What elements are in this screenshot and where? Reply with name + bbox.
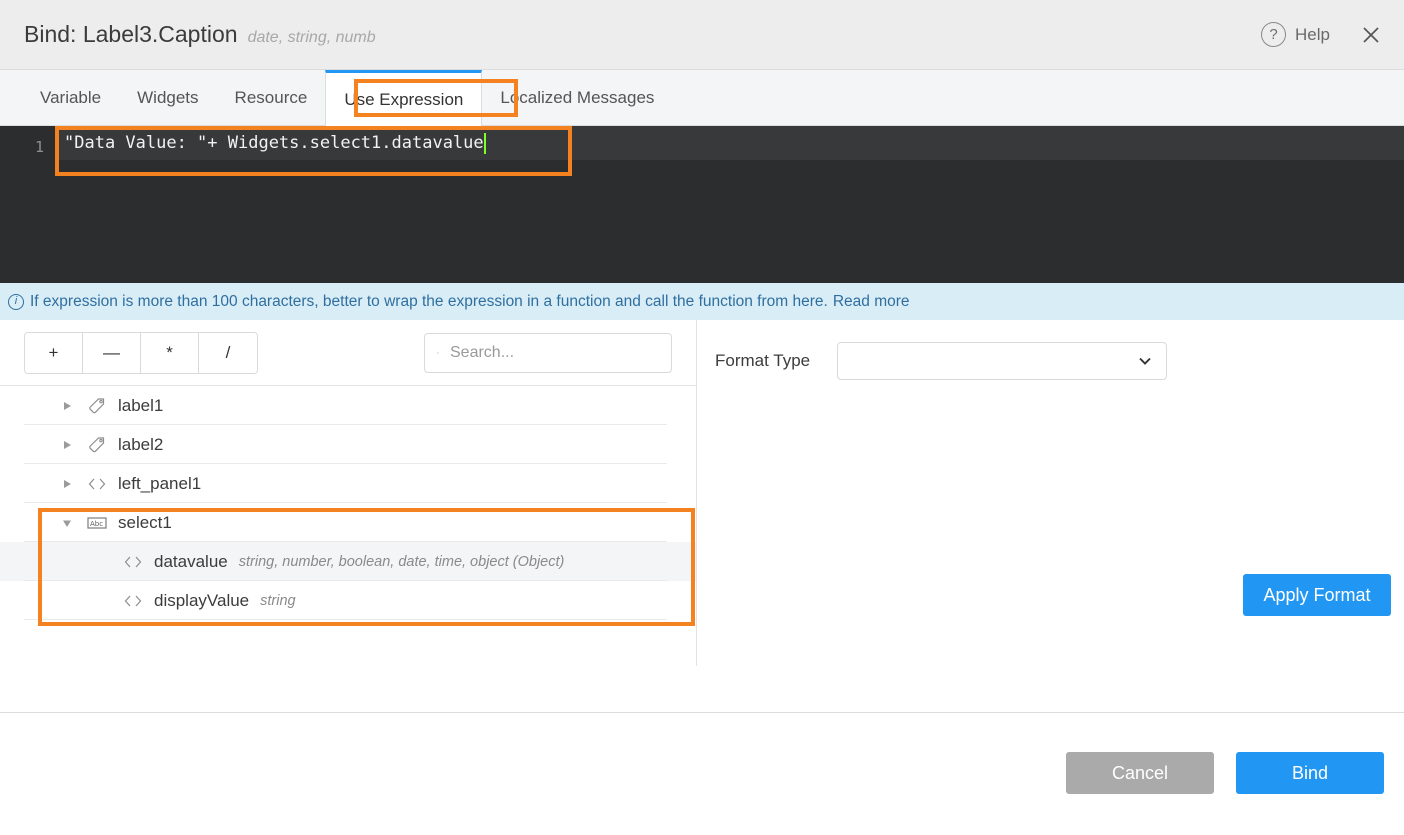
page-title: Bind: Label3.Caption bbox=[24, 21, 238, 48]
title-group: Bind: Label3.Caption date, string, numbe… bbox=[24, 21, 1261, 48]
help-label: Help bbox=[1295, 25, 1330, 45]
operator-label: / bbox=[226, 343, 231, 363]
tab-resource[interactable]: Resource bbox=[217, 70, 326, 125]
format-type-row: Format Type bbox=[697, 320, 1404, 380]
info-text: If expression is more than 100 character… bbox=[30, 293, 828, 311]
help-button[interactable]: ? Help bbox=[1261, 22, 1330, 47]
close-icon bbox=[1361, 25, 1381, 45]
search-input[interactable] bbox=[448, 343, 659, 363]
tree-item-label: displayValue bbox=[154, 591, 249, 611]
chevron-right-icon[interactable] bbox=[60, 438, 74, 452]
tab-label: Widgets bbox=[137, 88, 198, 108]
tab-localized-messages[interactable]: Localized Messages bbox=[482, 70, 672, 125]
left-pane: + — * / bbox=[0, 320, 697, 666]
cancel-button[interactable]: Cancel bbox=[1066, 752, 1214, 794]
tree-item-label: label1 bbox=[118, 396, 163, 416]
tree-item-left-panel1[interactable]: left_panel1 bbox=[0, 464, 696, 503]
tab-label: Localized Messages bbox=[500, 88, 654, 108]
text-caret bbox=[484, 133, 486, 154]
close-button[interactable] bbox=[1356, 20, 1386, 50]
operator-divide-button[interactable]: / bbox=[199, 333, 257, 373]
tab-variable[interactable]: Variable bbox=[22, 70, 119, 125]
line-number: 1 bbox=[35, 138, 44, 156]
format-type-label: Format Type bbox=[715, 351, 837, 371]
tree-item-datavalue[interactable]: datavalue string, number, boolean, date,… bbox=[0, 542, 696, 581]
body-split: + — * / bbox=[0, 320, 1404, 666]
dialog-header: Bind: Label3.Caption date, string, numbe… bbox=[0, 0, 1404, 70]
operator-minus-button[interactable]: — bbox=[83, 333, 141, 373]
question-circle-icon: ? bbox=[1261, 22, 1286, 47]
content-spacer bbox=[0, 666, 1404, 712]
expression-text: "Data Value: "+ Widgets.select1.datavalu… bbox=[64, 133, 484, 153]
code-brackets-icon bbox=[122, 592, 144, 610]
read-more-link[interactable]: Read more bbox=[833, 293, 910, 311]
expression-editor[interactable]: 1 "Data Value: "+ Widgets.select1.datava… bbox=[0, 126, 1404, 283]
tree-item-label: left_panel1 bbox=[118, 474, 201, 494]
tab-label: Variable bbox=[40, 88, 101, 108]
tree-item-type: string bbox=[260, 593, 295, 609]
chevron-down-icon bbox=[1136, 352, 1154, 370]
row-separator bbox=[24, 619, 667, 620]
tab-label: Resource bbox=[235, 88, 308, 108]
tab-widgets[interactable]: Widgets bbox=[119, 70, 216, 125]
search-box[interactable] bbox=[424, 333, 672, 373]
search-icon bbox=[437, 344, 439, 362]
page-subtitle: date, string, number bbox=[248, 29, 376, 47]
tree-item-displayvalue[interactable]: displayValue string bbox=[0, 581, 696, 620]
header-actions: ? Help bbox=[1261, 20, 1386, 50]
tree-item-type: string, number, boolean, date, time, obj… bbox=[239, 554, 565, 570]
operator-label: — bbox=[103, 343, 120, 363]
tab-label: Use Expression bbox=[344, 90, 463, 110]
input-field-icon: Abc bbox=[86, 514, 108, 532]
tree-item-label: label2 bbox=[118, 435, 163, 455]
tree-item-label1[interactable]: label1 bbox=[0, 386, 696, 425]
operator-plus-button[interactable]: + bbox=[25, 333, 83, 373]
info-banner: i If expression is more than 100 charact… bbox=[0, 283, 1404, 320]
tree-item-select1[interactable]: Abc select1 bbox=[0, 503, 696, 542]
chevron-down-icon[interactable] bbox=[60, 516, 74, 530]
svg-text:Abc: Abc bbox=[90, 520, 103, 528]
editor-line-1[interactable]: "Data Value: "+ Widgets.select1.datavalu… bbox=[56, 126, 1404, 160]
tree-item-label: datavalue bbox=[154, 552, 228, 572]
format-type-select[interactable] bbox=[837, 342, 1167, 380]
info-circle-icon: i bbox=[8, 294, 24, 310]
widget-tree: label1 label2 bbox=[0, 386, 696, 620]
chevron-right-icon[interactable] bbox=[60, 399, 74, 413]
code-brackets-icon bbox=[86, 475, 108, 493]
tree-item-label2[interactable]: label2 bbox=[0, 425, 696, 464]
tree-item-label: select1 bbox=[118, 513, 172, 533]
bind-button[interactable]: Bind bbox=[1236, 752, 1384, 794]
right-pane: Format Type Apply Format bbox=[697, 320, 1404, 666]
tab-use-expression[interactable]: Use Expression bbox=[325, 70, 482, 126]
dialog-footer: Cancel Bind bbox=[0, 713, 1404, 833]
tag-icon bbox=[86, 397, 108, 415]
operator-multiply-button[interactable]: * bbox=[141, 333, 199, 373]
tab-bar: Variable Widgets Resource Use Expression… bbox=[0, 70, 1404, 126]
operator-button-group: + — * / bbox=[24, 332, 258, 374]
operator-label: + bbox=[49, 343, 59, 363]
editor-gutter: 1 bbox=[0, 126, 56, 283]
operator-label: * bbox=[166, 343, 173, 363]
apply-format-button[interactable]: Apply Format bbox=[1243, 574, 1391, 616]
tag-icon bbox=[86, 436, 108, 454]
code-brackets-icon bbox=[122, 553, 144, 571]
chevron-right-icon[interactable] bbox=[60, 477, 74, 491]
expression-toolbar: + — * / bbox=[0, 320, 696, 386]
editor-code-area[interactable]: "Data Value: "+ Widgets.select1.datavalu… bbox=[56, 126, 1404, 283]
